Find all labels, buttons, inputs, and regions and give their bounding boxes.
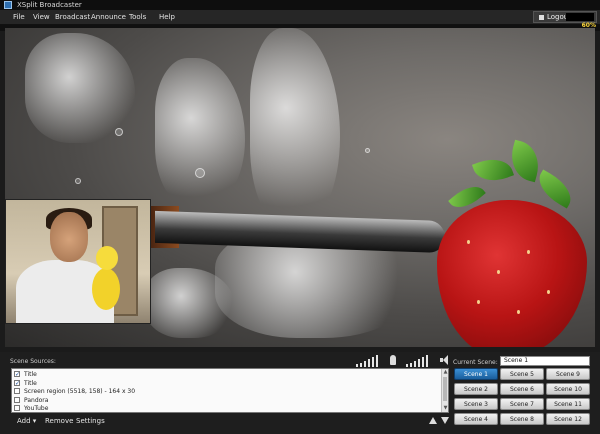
level-bar (356, 364, 358, 367)
level-bar (368, 359, 370, 367)
list-item[interactable]: YouTube (14, 404, 48, 413)
knife-blade (155, 210, 445, 254)
source-label: Screen region (5518, 158) - 164 x 30 (24, 388, 136, 395)
level-bar (426, 355, 428, 367)
audio-levels (354, 355, 449, 367)
level-bar (410, 363, 412, 367)
water-splash (25, 33, 135, 143)
add-label: Add (17, 417, 31, 425)
scroll-down-icon[interactable]: ▼ (443, 406, 448, 411)
menu-announce[interactable]: Announce (91, 10, 126, 25)
remove-source-button[interactable]: Remove (45, 414, 73, 428)
scene-sources-list: ✓ Title ✓ Title Screen region (5518, 158) … (11, 368, 449, 413)
source-checkbox[interactable] (14, 396, 20, 403)
scroll-thumb[interactable] (443, 377, 447, 401)
scene-button-10[interactable]: Scene 10 (546, 383, 590, 395)
strawberry (437, 200, 587, 347)
level-bar (422, 357, 424, 367)
menu-file[interactable]: File (13, 10, 25, 25)
seed (517, 310, 520, 314)
source-label: Title (24, 371, 37, 378)
add-source-button[interactable]: Add ▾ (17, 414, 36, 428)
list-item[interactable]: Screen region (5518, 158) - 164 x 30 (14, 387, 135, 396)
scene-button-11[interactable]: Scene 11 (546, 398, 590, 410)
source-checkbox[interactable] (14, 404, 20, 411)
person-head (50, 212, 88, 262)
water-splash (250, 28, 340, 228)
menu-tools[interactable]: Tools (129, 10, 146, 25)
scene-sources-label: Scene Sources: (10, 358, 56, 365)
scene-button-12[interactable]: Scene 12 (546, 413, 590, 425)
menu-help[interactable]: Help (159, 10, 175, 25)
rubber-duck (92, 268, 120, 310)
scroll-up-icon[interactable]: ▲ (443, 370, 448, 375)
water-splash (155, 58, 245, 208)
source-checkbox[interactable]: ✓ (14, 370, 20, 377)
scene-button-9[interactable]: Scene 9 (546, 368, 590, 380)
source-label: Title (24, 380, 37, 387)
level-bar (418, 359, 420, 367)
account-name-box (566, 13, 594, 21)
list-scrollbar[interactable]: ▲ ▼ (441, 369, 448, 412)
scene-button-8[interactable]: Scene 8 (500, 413, 544, 425)
source-label: YouTube (24, 405, 49, 412)
water-drop (365, 148, 370, 153)
scene-button-4[interactable]: Scene 4 (454, 413, 498, 425)
current-scene-field[interactable]: Scene 1 (500, 356, 590, 366)
strawberry-leaf (532, 169, 578, 209)
level-bar (406, 364, 408, 367)
level-bar (360, 363, 362, 367)
scene-button-3[interactable]: Scene 3 (454, 398, 498, 410)
speaker-icon[interactable] (440, 355, 449, 365)
move-up-icon[interactable] (429, 417, 437, 424)
scene-button-2[interactable]: Scene 2 (454, 383, 498, 395)
water-drop (115, 128, 123, 136)
current-scene-label: Current Scene: (453, 359, 498, 366)
water-drop (75, 178, 81, 184)
menu-bar: File View Broadcast Announce Tools Help (0, 10, 600, 25)
water-drop (195, 168, 205, 178)
list-item[interactable]: ✓ Title (14, 370, 37, 379)
rubber-duck-head (96, 246, 118, 270)
source-checkbox[interactable] (14, 387, 20, 394)
microphone-icon[interactable] (390, 355, 396, 365)
menu-broadcast[interactable]: Broadcast (55, 10, 90, 25)
app-logo-icon (4, 1, 12, 9)
scene-button-5[interactable]: Scene 5 (500, 368, 544, 380)
source-label: Pandora (24, 397, 49, 404)
strawberry-leaf (471, 152, 515, 188)
level-bar (364, 361, 366, 367)
sources-toolbar: Add ▾ Remove Settings (11, 414, 449, 428)
seed (497, 270, 500, 274)
scene-button-1[interactable]: Scene 1 (454, 368, 498, 380)
lock-icon (539, 14, 544, 20)
scene-button-7[interactable]: Scene 7 (500, 398, 544, 410)
seed (527, 250, 530, 254)
seed (547, 290, 550, 294)
source-checkbox[interactable]: ✓ (14, 379, 20, 386)
window-title: XSplit Broadcaster (17, 1, 82, 9)
webcam-overlay[interactable] (5, 199, 151, 324)
level-bar (372, 357, 374, 367)
source-settings-button[interactable]: Settings (76, 414, 105, 428)
title-bar: XSplit Broadcaster (0, 0, 600, 10)
move-down-icon[interactable] (441, 417, 449, 424)
seed (477, 300, 480, 304)
level-bar (376, 355, 378, 367)
seed (467, 240, 470, 244)
scene-button-6[interactable]: Scene 6 (500, 383, 544, 395)
menu-view[interactable]: View (33, 10, 50, 25)
level-bar (414, 361, 416, 367)
